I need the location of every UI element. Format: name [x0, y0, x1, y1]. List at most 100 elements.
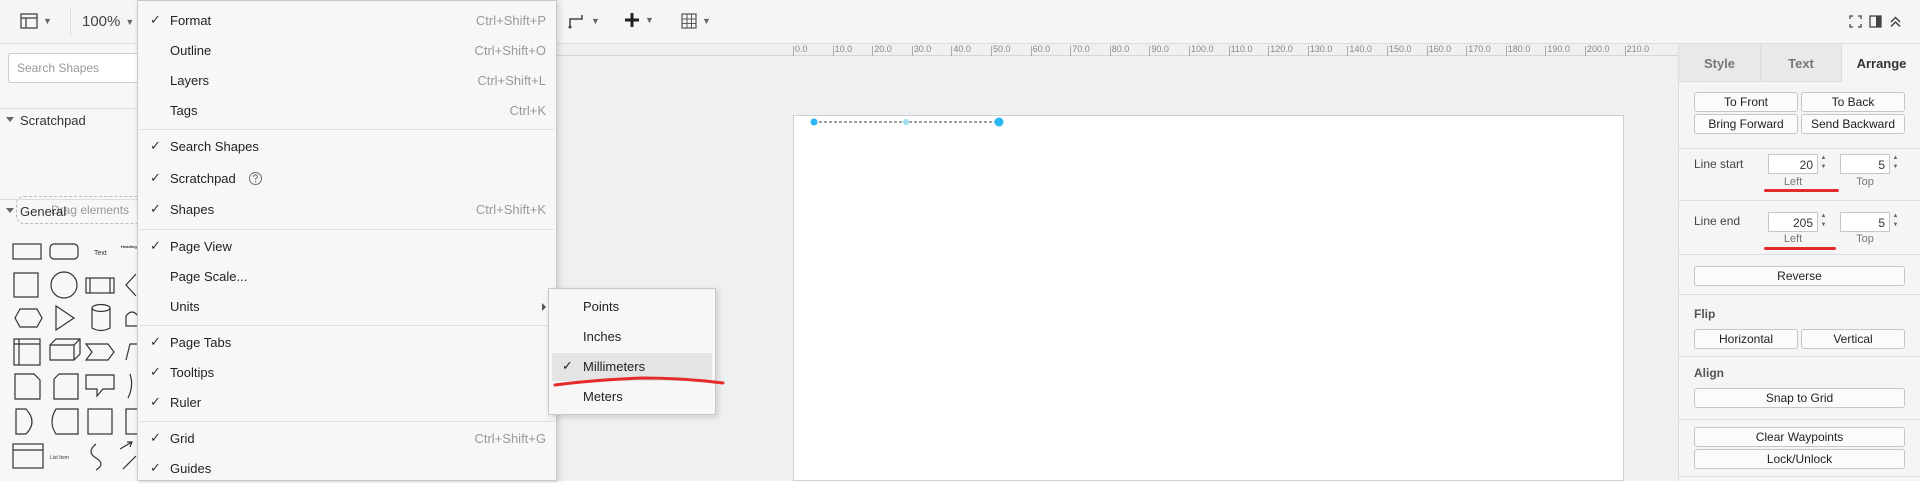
insert-button[interactable]: ▼: [624, 12, 654, 28]
line-end-left-stepper-icon[interactable]: ▲ ▼: [1819, 212, 1828, 232]
tab-text[interactable]: Text: [1761, 44, 1842, 82]
panel-separator: [1679, 200, 1920, 201]
hexagon-shape-icon[interactable]: [14, 308, 43, 328]
data-storage-shape-icon[interactable]: [51, 408, 79, 435]
ruler-tick: [1387, 46, 1388, 56]
to-front-button[interactable]: To Front: [1694, 92, 1798, 112]
format-panel: Style Text Arrange To Front To Back Brin…: [1678, 44, 1920, 481]
collapse-button[interactable]: [1889, 15, 1902, 28]
card-shape-icon[interactable]: [53, 373, 79, 400]
rounded-rectangle-shape-icon[interactable]: [49, 243, 79, 260]
horizontal-ruler: 0.0 10.0 20.0 30.0 40.0 50.0 60.0 70.0 80.0 90.0 1…: [555, 44, 1679, 56]
square-shape-icon[interactable]: [13, 272, 39, 298]
search-input[interactable]: Search Shapes: [8, 53, 148, 83]
line-start-handle[interactable]: [810, 118, 818, 126]
square2-shape-icon[interactable]: [87, 408, 113, 435]
bring-forward-button[interactable]: Bring Forward: [1694, 114, 1798, 134]
view-layout-button[interactable]: ▼: [20, 13, 52, 29]
to-back-button[interactable]: To Back: [1801, 92, 1905, 112]
chevron-down-icon: ▼: [591, 16, 600, 26]
menu-item-page-tabs[interactable]: ✓ Page Tabs: [138, 329, 556, 357]
circle-shape-icon[interactable]: [50, 271, 78, 299]
menu-item-search-shapes[interactable]: ✓ Search Shapes: [138, 133, 556, 161]
ruler-tick: [1624, 46, 1626, 56]
line-end-left-input[interactable]: 205: [1768, 212, 1818, 232]
callout-shape-icon[interactable]: [85, 374, 115, 398]
menu-item-shortcut: Ctrl+Shift+L: [477, 73, 546, 88]
menu-item-grid[interactable]: ✓ Grid Ctrl+Shift+G: [138, 425, 556, 453]
menu-item-tags[interactable]: Tags Ctrl+K: [138, 97, 556, 125]
zoom-dropdown[interactable]: 100% ▼: [82, 13, 134, 30]
note-shape-icon[interactable]: [14, 373, 41, 400]
scratchpad-header[interactable]: Scratchpad: [0, 108, 138, 132]
ruler-tick: [1149, 46, 1151, 56]
line-start-top-input[interactable]: 5: [1840, 154, 1890, 174]
flip-horizontal-button[interactable]: Horizontal: [1694, 329, 1798, 349]
general-shapes-palette[interactable]: Text Heading List Item: [8, 234, 138, 481]
panel-separator: [1679, 254, 1920, 255]
ruler-tick-label: 200.0: [1587, 44, 1610, 54]
menu-item-format[interactable]: ✓ Format Ctrl+Shift+P: [138, 7, 556, 35]
heading-shape-icon[interactable]: Heading: [121, 244, 137, 249]
flip-vertical-button[interactable]: Vertical: [1801, 329, 1905, 349]
menu-item-tooltips[interactable]: ✓ Tooltips: [138, 359, 556, 387]
list-shape-icon[interactable]: [12, 443, 44, 469]
format-panel-button[interactable]: [1869, 15, 1882, 28]
zoom-value: 100%: [82, 13, 121, 30]
menu-item-page-view[interactable]: ✓ Page View: [138, 233, 556, 261]
menu-item-label: Outline: [170, 43, 212, 58]
curly-brace-shape-icon[interactable]: [127, 373, 133, 399]
menu-item-layers[interactable]: Layers Ctrl+Shift+L: [138, 67, 556, 95]
menu-item-outline[interactable]: Outline Ctrl+Shift+O: [138, 37, 556, 65]
diamond-shape-icon[interactable]: [125, 273, 137, 297]
expand-triangle-icon: [6, 208, 14, 213]
arrow-shape-icon[interactable]: [119, 441, 133, 450]
line-start-left-stepper-icon[interactable]: ▲ ▼: [1819, 154, 1828, 174]
menu-item-scratchpad[interactable]: ✓ Scratchpad: [138, 165, 556, 193]
line-start-top-stepper-icon[interactable]: ▲ ▼: [1891, 154, 1900, 174]
unit-option-inches[interactable]: Inches: [552, 323, 712, 351]
unit-option-points[interactable]: Points: [552, 293, 712, 321]
menu-item-shapes[interactable]: ✓ Shapes Ctrl+Shift+K: [138, 196, 556, 224]
line-end-handle[interactable]: [994, 117, 1004, 127]
text-shape-icon[interactable]: Text: [94, 250, 107, 257]
clear-waypoints-button[interactable]: Clear Waypoints: [1694, 427, 1905, 447]
chevron-down-icon: ▼: [43, 16, 52, 26]
menu-item-page-scale[interactable]: Page Scale...: [138, 263, 556, 291]
help-icon[interactable]: [248, 171, 263, 186]
list-item-shape-icon[interactable]: List Item: [50, 455, 69, 461]
menu-item-label: Ruler: [170, 395, 202, 410]
tab-style[interactable]: Style: [1679, 44, 1761, 82]
delay-shape-icon[interactable]: [15, 408, 33, 435]
check-icon: ✓: [150, 238, 161, 253]
menu-item-label: Units: [170, 299, 200, 314]
menu-item-units[interactable]: Units: [138, 293, 556, 321]
diagram-page[interactable]: [793, 115, 1624, 481]
line-midpoint-handle[interactable]: [903, 119, 909, 125]
curve-shape-icon[interactable]: [90, 443, 102, 471]
waypoint-button[interactable]: ▼: [568, 13, 600, 29]
unit-option-label: Points: [583, 299, 620, 314]
tab-arrange[interactable]: Arrange: [1842, 44, 1920, 82]
rectangle-shape-icon[interactable]: [12, 243, 42, 260]
line-end-top-stepper-icon[interactable]: ▲ ▼: [1891, 212, 1900, 232]
menu-item-ruler[interactable]: ✓ Ruler: [138, 389, 556, 417]
waypoint-icon: [568, 15, 583, 29]
menu-item-label: Layers: [170, 73, 210, 88]
line-end-top-input[interactable]: 5: [1840, 212, 1890, 232]
snap-to-grid-button[interactable]: Snap to Grid: [1694, 388, 1905, 408]
fullscreen-button[interactable]: [1849, 15, 1862, 28]
cube-shape-icon[interactable]: [49, 338, 81, 361]
triangle-shape-icon[interactable]: [55, 304, 76, 332]
reverse-button[interactable]: Reverse: [1694, 266, 1905, 286]
selected-line-shape[interactable]: [800, 112, 1015, 132]
menu-item-guides[interactable]: ✓ Guides: [138, 455, 556, 483]
line-start-left-input[interactable]: 20: [1768, 154, 1818, 174]
lock-unlock-button[interactable]: Lock/Unlock: [1694, 449, 1905, 469]
internal-storage-shape-icon[interactable]: [13, 338, 41, 366]
general-header[interactable]: General: [0, 199, 138, 223]
step-shape-icon[interactable]: [84, 343, 115, 361]
send-backward-button[interactable]: Send Backward: [1801, 114, 1905, 134]
align-label: Align: [1694, 366, 1724, 380]
table-button[interactable]: ▼: [681, 13, 711, 29]
